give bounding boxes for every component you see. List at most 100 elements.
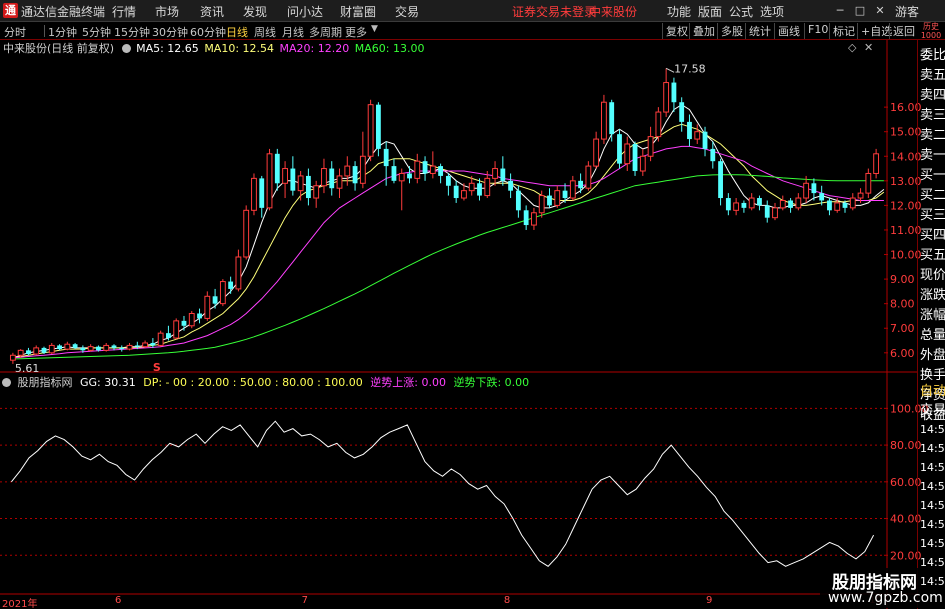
candle-body-up: [321, 168, 327, 187]
candlestick-series: [9, 68, 880, 364]
candle-body-down: [391, 166, 397, 181]
side-label: 买二: [920, 188, 945, 203]
candle-body-down: [617, 134, 622, 164]
candle-body-up: [694, 131, 701, 140]
candle-body-down: [702, 131, 708, 149]
low-price-label: 5.61: [15, 362, 40, 375]
candle-body-up: [142, 342, 149, 348]
candle-body-down: [788, 200, 793, 208]
candle-body-up: [398, 172, 405, 182]
ma-line-ma5: [12, 104, 885, 359]
trade-time: 14:56: [920, 518, 945, 531]
candle-body-down: [119, 347, 125, 350]
candle-body-up: [733, 202, 740, 211]
candle-body-down: [757, 198, 762, 206]
indicator-line: [11, 420, 875, 567]
candle-body-up: [554, 190, 561, 206]
candle-body-up: [282, 168, 288, 184]
candle-body-up: [9, 354, 16, 361]
sell-marker: S: [153, 361, 161, 374]
candle-body-down: [764, 205, 770, 218]
candle-body-down: [632, 143, 638, 172]
candle-body-up: [414, 160, 421, 179]
candle-body-down: [111, 345, 117, 348]
candle-body-down: [842, 202, 848, 208]
chart-frame: [0, 40, 917, 609]
quote-side-panel: 委比 卖五 卖四 卖三 卖二 卖一 买一 买二 买三 买四 买五 现价 涨跌 涨幅 总量 外盘 换手 净资 收益 自动…: [917, 40, 945, 609]
candle-body-up: [655, 111, 662, 138]
candle-body-down: [197, 313, 202, 319]
candle-body-up: [639, 155, 646, 172]
side-action[interactable]: 自动: [920, 382, 945, 403]
date-label: 2021年: [2, 599, 38, 609]
candle-body-up: [601, 101, 607, 140]
side-label: 现价: [920, 268, 945, 283]
candle-body-down: [515, 190, 521, 211]
price-tick-label: 7.00: [890, 322, 915, 335]
candle-body-down: [718, 161, 723, 199]
candle-body-down: [228, 281, 234, 289]
candle-body-up: [33, 347, 40, 355]
candle-body-down: [687, 121, 692, 140]
candle-body-up: [538, 195, 545, 214]
chart-canvas[interactable]: 16.0015.0014.0013.0012.0011.0010.009.008…: [0, 0, 945, 609]
price-tick-label: 9.00: [890, 273, 915, 286]
candle-body-down: [523, 210, 529, 226]
gg-line: [11, 420, 875, 567]
side-label: 买四: [920, 228, 945, 243]
date-label: 9: [706, 595, 713, 606]
side-label: 卖三: [920, 108, 945, 123]
candle-body-down: [725, 198, 731, 211]
candle-body-up: [803, 182, 810, 199]
side-label: 涨幅: [920, 308, 945, 323]
candle-body-down: [134, 345, 140, 347]
candle-body-up: [243, 209, 250, 258]
candle-body-down: [80, 347, 86, 351]
candle-body-down: [290, 168, 296, 191]
candle-body-up: [297, 175, 304, 192]
candle-body-up: [359, 155, 366, 184]
candle-body-up: [103, 344, 110, 351]
candle-body-down: [578, 180, 584, 189]
side-label: 委比: [920, 48, 945, 63]
candle-body-up: [157, 332, 164, 346]
candle-body-down: [383, 148, 389, 167]
candle-body-up: [492, 168, 498, 179]
candle-body-up: [585, 165, 592, 189]
candle-body-up: [344, 165, 351, 177]
high-pointer: [665, 67, 675, 73]
watermark: 股朋指标网 www.7gpzb.com: [820, 568, 943, 608]
candle-body-up: [64, 343, 71, 350]
candle-body-up: [429, 165, 436, 174]
candle-body-up: [857, 192, 864, 199]
price-axis: 16.0015.0014.0013.0012.0011.0010.009.008…: [884, 101, 922, 360]
trade-time: 14:56: [920, 556, 945, 569]
candle-body-down: [329, 168, 335, 189]
high-price-label: 17.58: [674, 62, 706, 75]
candle-body-down: [181, 320, 187, 326]
candle-body-up: [748, 197, 755, 209]
date-label: 6: [114, 595, 122, 606]
side-label: 买五: [920, 248, 945, 263]
date-label: 7: [301, 595, 308, 606]
side-action[interactable]: 交易: [920, 401, 945, 422]
candle-body-down: [827, 200, 832, 211]
trade-time: 14:56: [920, 480, 945, 493]
candle-body-up: [484, 177, 491, 197]
side-label: 卖四: [920, 88, 945, 103]
trade-time: 14:56: [920, 499, 945, 512]
candle-body-down: [96, 346, 101, 351]
candle-body-up: [663, 82, 670, 113]
candle-body-down: [438, 166, 444, 176]
candle-body-up: [461, 190, 467, 199]
candle-body-down: [679, 102, 685, 122]
side-label: 卖二: [920, 128, 945, 143]
indicator-axis: 100.0080.0060.0040.0020.00: [0, 402, 929, 562]
moving-average-lines: [12, 104, 885, 360]
candle-body-up: [468, 182, 475, 192]
trade-time: 14:56: [920, 442, 945, 455]
candle-body-down: [150, 342, 156, 346]
candle-body-up: [17, 349, 24, 356]
trade-time: 14:56: [920, 461, 945, 474]
candle-body-up: [126, 344, 133, 350]
